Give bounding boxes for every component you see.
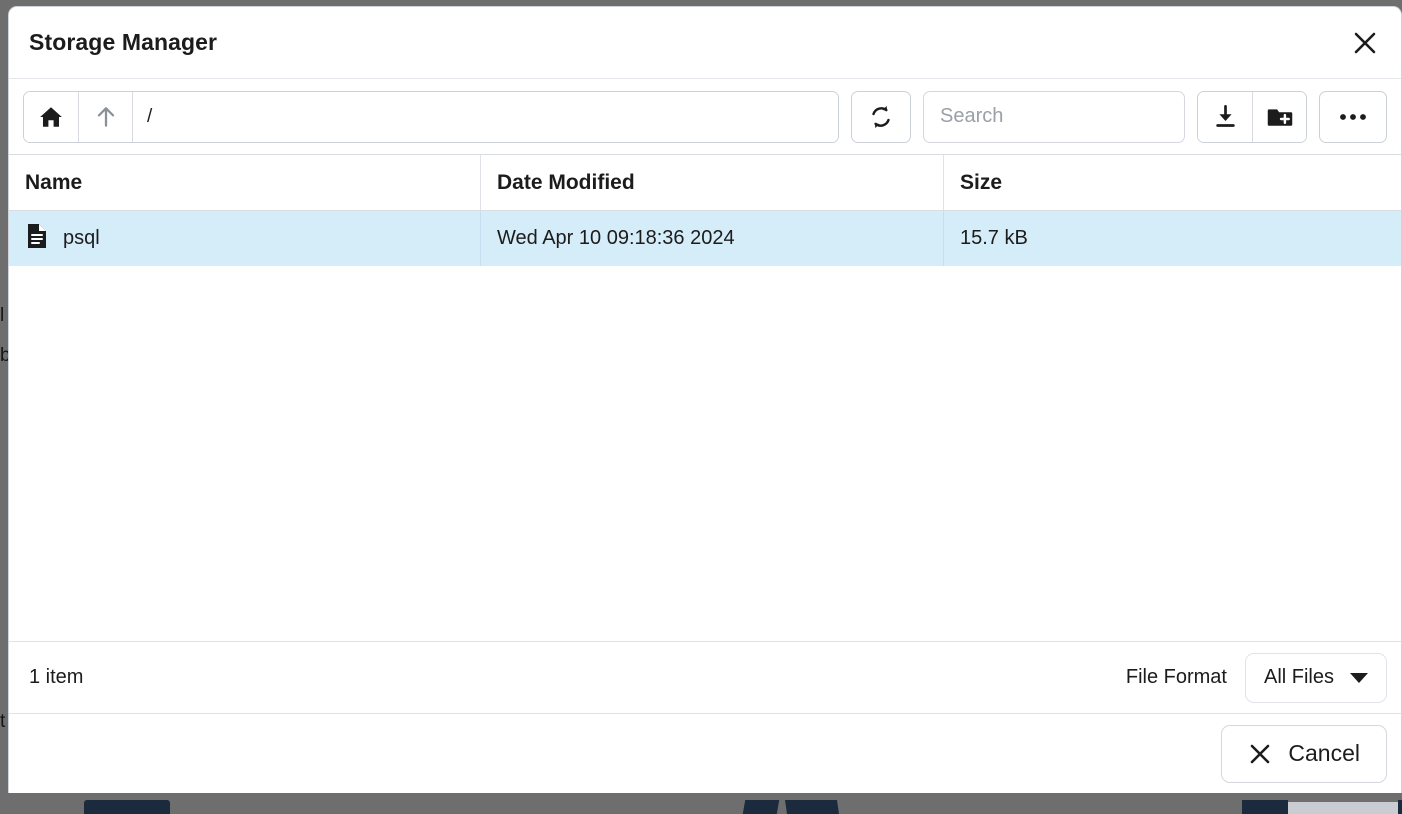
dialog-title: Storage Manager bbox=[29, 29, 218, 55]
status-bar: 1 item File Format All Files bbox=[9, 641, 1401, 713]
dialog-titlebar: Storage Manager bbox=[9, 7, 1401, 79]
cell-size: 15.7 kB bbox=[943, 211, 1401, 266]
download-icon-glyph bbox=[1215, 105, 1235, 127]
table-row[interactable]: psql Wed Apr 10 09:18:36 2024 15.7 kB bbox=[9, 211, 1401, 266]
background-shape bbox=[1398, 800, 1402, 814]
refresh-icon[interactable] bbox=[851, 90, 911, 143]
file-format-dropdown[interactable]: All Files bbox=[1244, 652, 1387, 703]
home-icon-glyph bbox=[40, 106, 62, 127]
more-options-icon-glyph bbox=[1340, 113, 1366, 120]
search-input[interactable] bbox=[923, 90, 1185, 143]
action-bar: Cancel bbox=[9, 713, 1401, 793]
file-actions-group bbox=[1197, 90, 1307, 143]
more-options-icon[interactable] bbox=[1319, 90, 1387, 143]
path-input[interactable] bbox=[132, 91, 838, 142]
path-navigation-group bbox=[23, 90, 839, 143]
home-icon[interactable] bbox=[24, 91, 78, 142]
navigation-toolbar bbox=[9, 79, 1401, 155]
cancel-button-label: Cancel bbox=[1288, 740, 1360, 766]
storage-manager-dialog: Storage Manager / Search Name Date Modif… bbox=[8, 6, 1402, 793]
file-list-area: Name Date Modified Size psql Wed Apr 10 … bbox=[9, 155, 1401, 641]
background-shape bbox=[785, 800, 839, 814]
background-shape bbox=[1242, 800, 1288, 814]
background-shape bbox=[1288, 802, 1398, 814]
table-body: psql Wed Apr 10 09:18:36 2024 15.7 kB bbox=[9, 211, 1401, 641]
chevron-down-icon bbox=[1350, 672, 1368, 683]
column-header-name[interactable]: Name bbox=[9, 155, 480, 210]
file-format-value: All Files bbox=[1263, 666, 1334, 688]
cancel-button[interactable]: Cancel bbox=[1221, 724, 1387, 783]
close-icon[interactable] bbox=[1343, 21, 1387, 65]
new-folder-icon[interactable] bbox=[1252, 91, 1306, 142]
background-shape bbox=[742, 800, 780, 814]
file-icon-glyph bbox=[28, 223, 46, 248]
close-icon-glyph bbox=[1354, 32, 1376, 53]
arrow-up-icon[interactable] bbox=[78, 91, 132, 142]
close-icon bbox=[1251, 744, 1270, 763]
column-header-date-modified[interactable]: Date Modified bbox=[480, 155, 943, 210]
arrow-up-icon-glyph bbox=[97, 106, 114, 127]
file-format-control: File Format All Files bbox=[1125, 652, 1387, 703]
column-header-size[interactable]: Size bbox=[943, 155, 1401, 210]
file-icon bbox=[25, 223, 49, 255]
cell-name: psql bbox=[9, 211, 480, 266]
refresh-icon-glyph bbox=[872, 105, 890, 128]
download-icon[interactable] bbox=[1198, 91, 1252, 142]
file-name-label: psql bbox=[63, 227, 100, 249]
new-folder-icon-glyph bbox=[1267, 108, 1292, 126]
file-format-label: File Format bbox=[1125, 666, 1227, 688]
table-header-row: Name Date Modified Size bbox=[9, 155, 1401, 211]
cell-date-modified: Wed Apr 10 09:18:36 2024 bbox=[480, 211, 943, 266]
item-count-label: 1 item bbox=[29, 666, 84, 688]
background-shape bbox=[84, 800, 170, 814]
